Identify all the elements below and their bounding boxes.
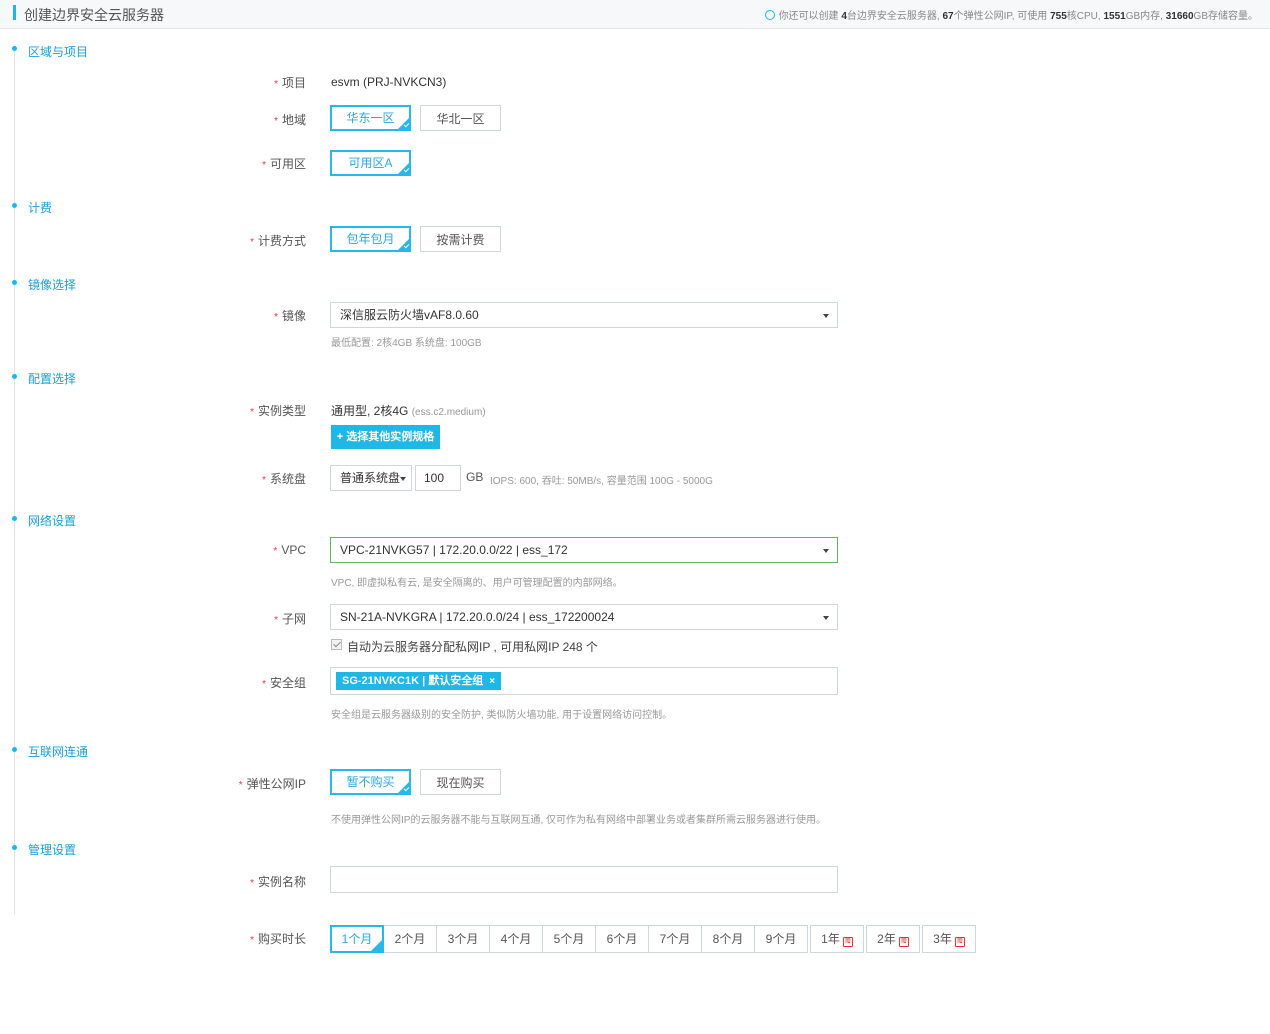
chevron-down-icon (400, 477, 406, 481)
section-dot (12, 845, 17, 850)
quota-ips-unit: 个弹性公网IP, 可使用 (953, 11, 1048, 22)
instance-name-input[interactable] (330, 866, 838, 893)
section-dot (12, 203, 17, 208)
selected-check-icon (397, 238, 410, 251)
eip-option-not-now[interactable]: 暂不购买 (330, 769, 411, 795)
project-label: * 项目 (274, 76, 306, 90)
duration-option-9m[interactable]: 9个月 (754, 925, 808, 953)
chevron-down-icon (823, 616, 829, 620)
chevron-down-icon (823, 549, 829, 553)
vpc-label: * VPC (273, 543, 306, 557)
zone-option-a[interactable]: 可用区A (330, 150, 411, 176)
quota-mem-unit: GB内存, (1125, 11, 1163, 22)
billing-option-subscription[interactable]: 包年包月 (330, 226, 411, 252)
section-title-image: 镜像选择 (28, 278, 77, 292)
duration-option-3y[interactable]: 3年赠 (922, 925, 976, 953)
security-group-hint: 安全组是云服务器级别的安全防护, 类似防火墙功能, 用于设置网络访问控制。 (331, 710, 673, 721)
duration-option-4m[interactable]: 4个月 (489, 925, 543, 953)
section-title-manage: 管理设置 (28, 843, 77, 857)
duration-label: * 购买时长 (250, 932, 306, 946)
security-group-tag: SG-21NVKC1K | 默认安全组 × (336, 672, 502, 690)
section-dot (12, 747, 17, 752)
section-title-network: 网络设置 (28, 514, 77, 528)
instance-name-label: * 实例名称 (250, 875, 306, 889)
eip-label: * 弹性公网IP (238, 777, 306, 791)
instance-type-value: 通用型, 2核4G (ess.c2.medium) (331, 404, 486, 418)
disk-hint: IOPS: 600, 吞吐: 50MB/s, 容量范围 100G - 5000G (490, 476, 713, 487)
project-value: esvm (PRJ-NVKCN3) (331, 75, 447, 89)
region-option-north[interactable]: 华北一区 (420, 105, 501, 131)
security-group-label: * 安全组 (262, 676, 306, 690)
section-title-internet: 互联网连通 (28, 745, 89, 759)
section-title-config: 配置选择 (28, 372, 77, 386)
billing-option-on-demand[interactable]: 按需计费 (420, 226, 501, 252)
quota-ips: 67 (942, 11, 954, 22)
subnet-label: * 子网 (274, 612, 306, 626)
duration-option-1y[interactable]: 1年赠 (810, 925, 864, 953)
gift-badge-icon: 赠 (898, 937, 909, 947)
billing-label: * 计费方式 (250, 234, 306, 248)
zone-label: * 可用区 (262, 157, 306, 171)
duration-option-8m[interactable]: 8个月 (701, 925, 755, 953)
region-option-east[interactable]: 华东一区 (330, 105, 411, 131)
selected-check-icon (370, 939, 383, 952)
chevron-down-icon (823, 314, 829, 318)
auto-assign-ip-checkbox[interactable] (331, 639, 342, 650)
section-title-billing: 计费 (28, 201, 53, 215)
close-icon[interactable]: × (489, 676, 495, 687)
duration-option-2m[interactable]: 2个月 (383, 925, 437, 953)
section-dot (12, 374, 17, 379)
duration-option-1m[interactable]: 1个月 (330, 925, 384, 953)
gift-badge-icon: 赠 (842, 937, 853, 947)
security-group-input[interactable]: SG-21NVKC1K | 默认安全组 × (330, 667, 838, 695)
quota-storage-unit: GB存储容量。 (1193, 11, 1258, 22)
quota-cpu: 755 (1050, 11, 1067, 22)
duration-option-6m[interactable]: 6个月 (595, 925, 649, 953)
quota-servers-unit: 台边界安全云服务器, (846, 11, 940, 22)
vpc-select[interactable]: VPC-21NVKG57 | 172.20.0.0/22 | ess_172 (330, 537, 838, 563)
image-label: * 镜像 (274, 309, 306, 323)
auto-assign-ip-label: 自动为云服务器分配私网IP , 可用私网IP 248 个 (347, 640, 598, 654)
vpc-hint: VPC, 即虚拟私有云, 是安全隔离的、用户可管理配置的内部网络。 (331, 578, 623, 589)
section-dot (12, 280, 17, 285)
section-title-region: 区域与项目 (28, 45, 89, 59)
duration-option-5m[interactable]: 5个月 (542, 925, 596, 953)
section-dot (12, 516, 17, 521)
system-disk-label: * 系统盘 (262, 472, 306, 486)
duration-option-2y[interactable]: 2年赠 (866, 925, 920, 953)
subnet-select[interactable]: SN-21A-NVKGRA | 172.20.0.0/24 | ess_1722… (330, 604, 838, 630)
duration-option-3m[interactable]: 3个月 (436, 925, 490, 953)
disk-size-unit: GB (466, 470, 484, 484)
image-hint: 最低配置: 2核4GB 系统盘: 100GB (331, 338, 482, 349)
gift-badge-icon: 赠 (954, 937, 965, 947)
instance-type-label: * 实例类型 (250, 404, 306, 418)
clock-icon (764, 10, 775, 20)
section-timeline (14, 50, 15, 915)
quota-info: 你还可以创建 4台边界安全云服务器, 67个弹性公网IP, 可使用 755核CP… (764, 7, 1258, 22)
selected-check-icon (397, 117, 410, 130)
image-select[interactable]: 深信服云防火墙vAF8.0.60 (330, 302, 838, 328)
section-dot (12, 46, 17, 51)
page-title: 创建边界安全云服务器 (24, 7, 164, 23)
disk-size-input[interactable]: 100 (415, 465, 461, 491)
title-accent-bar (13, 5, 16, 20)
duration-option-7m[interactable]: 7个月 (648, 925, 702, 953)
eip-option-buy-now[interactable]: 现在购买 (420, 769, 501, 795)
quota-prefix: 你还可以创建 (778, 11, 839, 22)
quota-mem: 1551 (1103, 11, 1126, 22)
quota-storage: 31660 (1165, 11, 1194, 22)
eip-hint: 不使用弹性公网IP的云服务器不能与互联网互通, 仅可作为私有网络中部署业务或者集… (331, 815, 827, 826)
selected-check-icon (397, 781, 410, 794)
top-bar: 创建边界安全云服务器 你还可以创建 4台边界安全云服务器, 67个弹性公网IP,… (0, 0, 1270, 29)
selected-check-icon (397, 162, 410, 175)
quota-cpu-unit: 核CPU, (1066, 11, 1101, 22)
select-other-spec-button[interactable]: + 选择其他实例规格 (331, 425, 440, 449)
region-label: * 地域 (274, 113, 306, 127)
disk-type-select[interactable]: 普通系统盘 (330, 465, 412, 491)
